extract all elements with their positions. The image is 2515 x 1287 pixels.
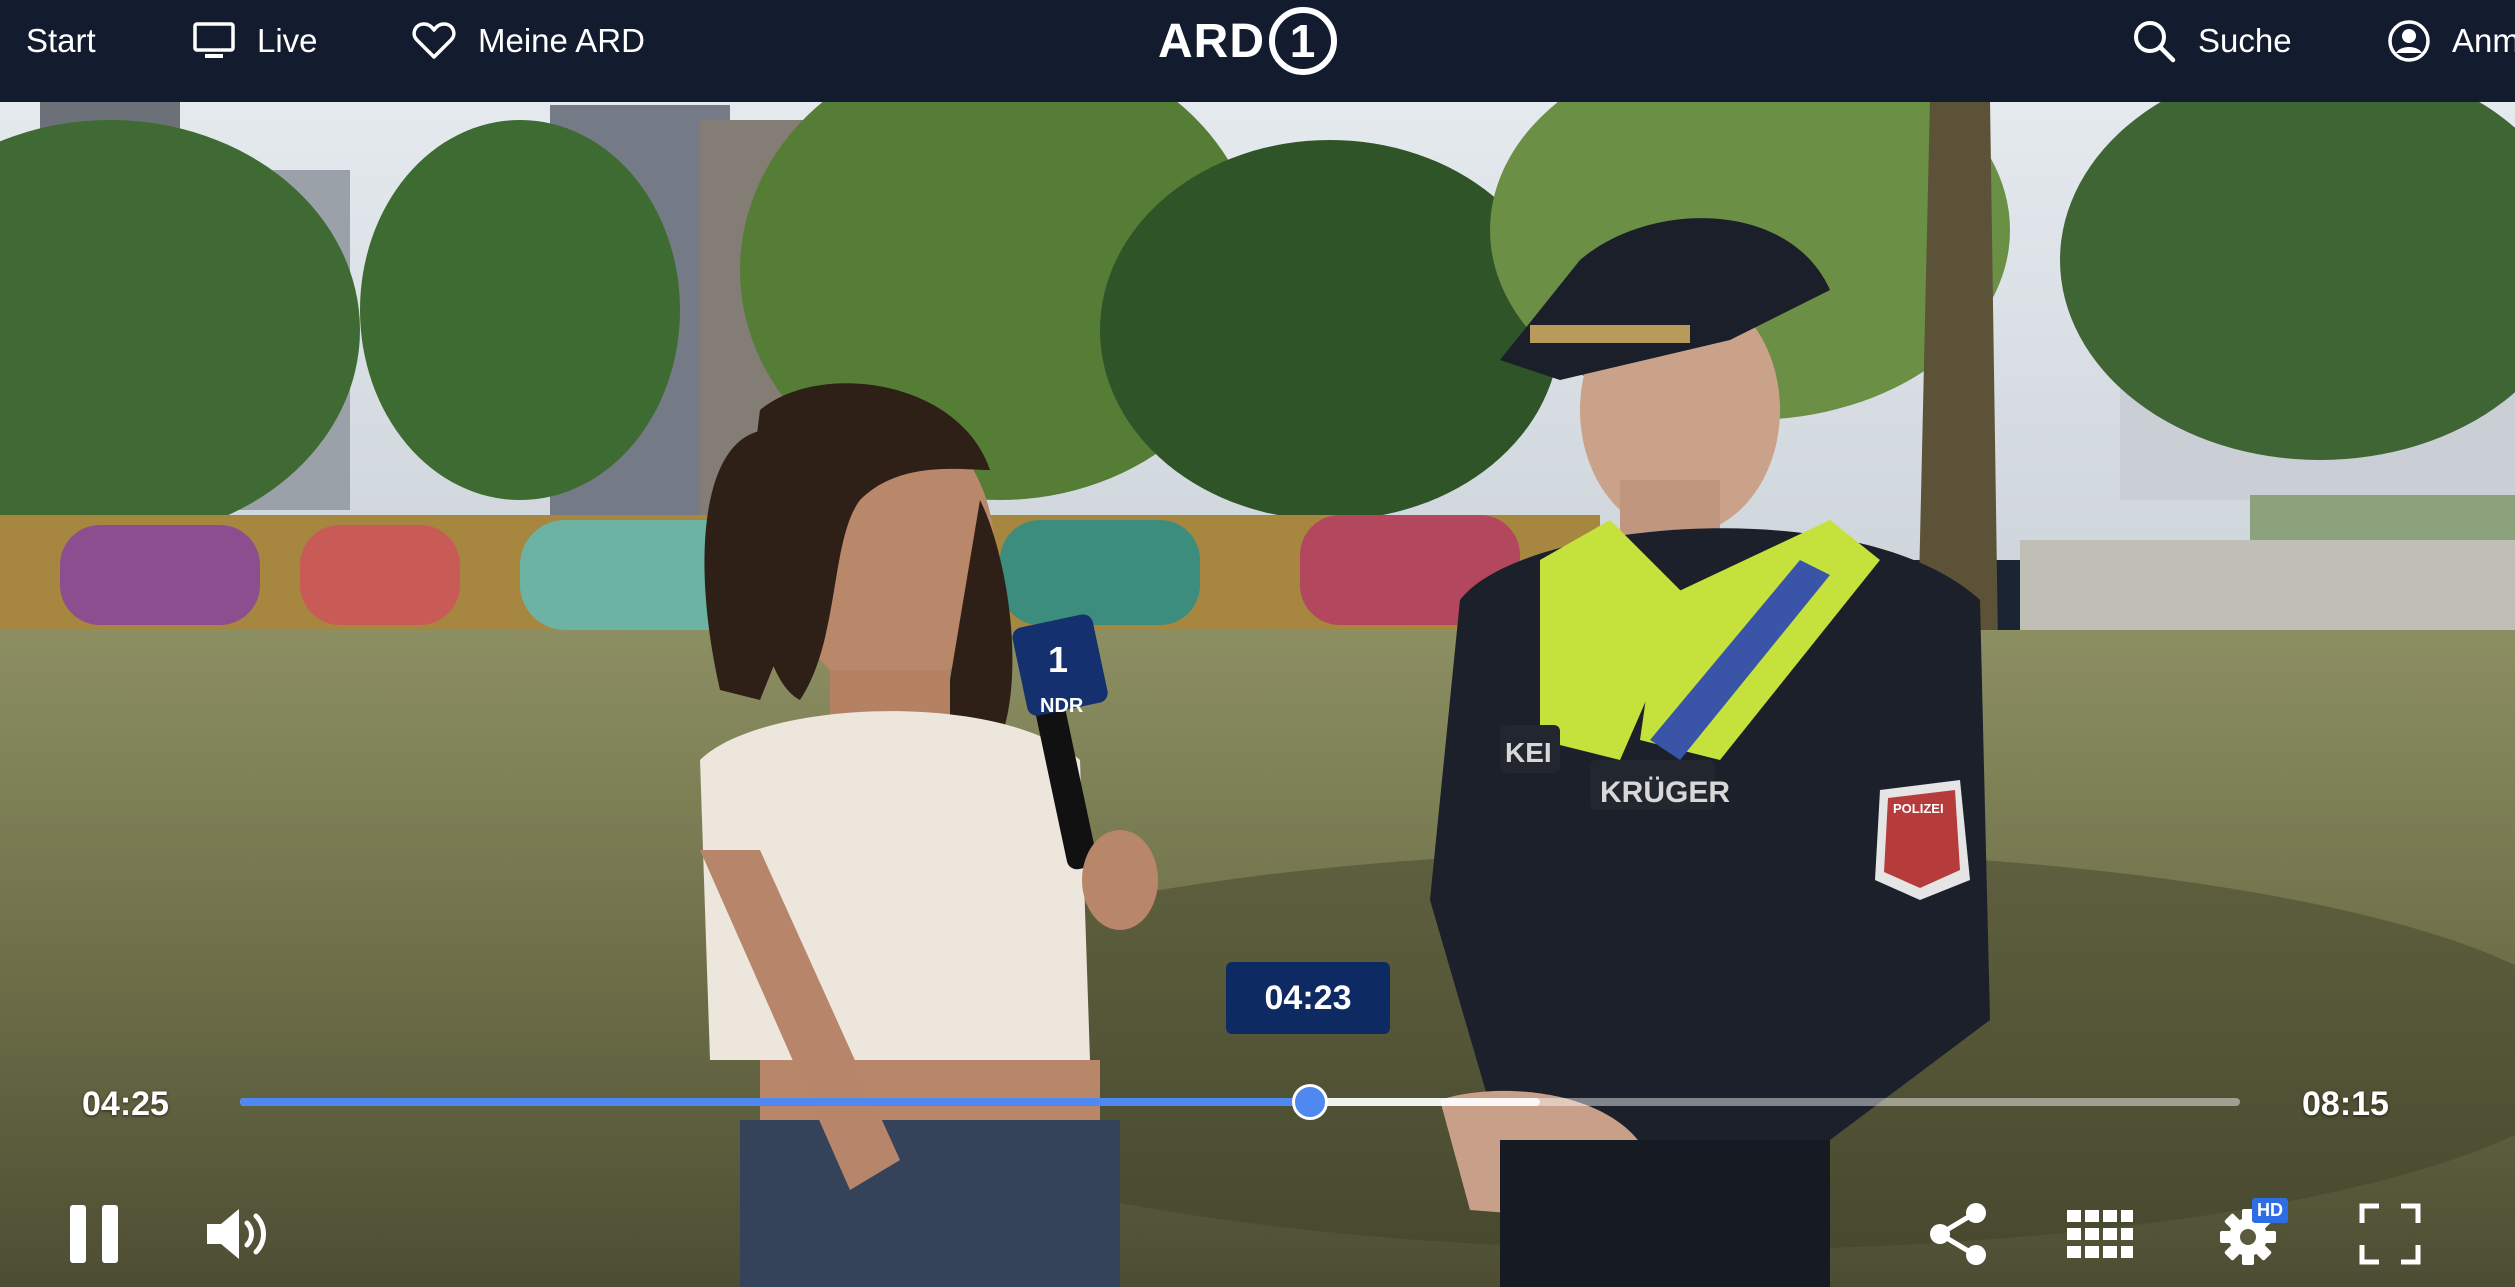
nav-start[interactable]: Start [26, 0, 96, 82]
pause-button[interactable] [52, 1192, 136, 1276]
volume-icon [207, 1209, 266, 1259]
ard-logo-text: ARD [1158, 14, 1265, 68]
police-badge-text: POLIZEI [1893, 801, 1944, 816]
hd-badge: HD [2252, 1198, 2288, 1223]
mic-logo-text: 1 [1048, 639, 1068, 680]
ard-logo-mark: 1 [1269, 7, 1337, 75]
nav-account[interactable]: Anm [2388, 0, 2515, 82]
fullscreen-icon [2359, 1203, 2421, 1265]
pause-icon [70, 1205, 118, 1263]
volume-button[interactable] [196, 1192, 280, 1276]
progress-bar[interactable] [240, 1084, 2240, 1120]
duration-time: 08:15 [2302, 1085, 2389, 1123]
seek-hover-time: 04:23 [1226, 962, 1390, 1034]
nav-search[interactable]: Suche [2132, 0, 2292, 82]
user-icon [2388, 20, 2430, 62]
nav-meine-ard[interactable]: Meine ARD [412, 0, 645, 82]
progress-handle[interactable] [1292, 1084, 1328, 1120]
fullscreen-button[interactable] [2348, 1192, 2432, 1276]
nav-meine-ard-label: Meine ARD [478, 22, 645, 59]
tv-icon [193, 22, 235, 58]
played-bar [240, 1098, 1310, 1106]
current-time: 04:25 [82, 1085, 169, 1123]
grid-icon [2067, 1210, 2133, 1258]
nav-search-label: Suche [2198, 22, 2292, 59]
video-frame[interactable]: 1 NDR KRÜGER KEI POLIZEI [0, 0, 2515, 1287]
nav-live-label: Live [257, 22, 318, 59]
chapters-button[interactable] [2058, 1192, 2142, 1276]
video-scene: 1 NDR KRÜGER KEI POLIZEI [0, 0, 2515, 1287]
vest-text: KEI [1505, 737, 1552, 768]
nav-live[interactable]: Live [193, 0, 318, 82]
search-icon [2134, 21, 2176, 63]
settings-button[interactable]: HD [2206, 1192, 2290, 1276]
top-navigation: Start Live Meine ARD ARD 1 Suche Anm [0, 0, 2515, 102]
mic-label-text: NDR [1040, 695, 1084, 717]
heart-icon [412, 22, 456, 59]
ard-logo[interactable]: ARD 1 [1158, 0, 1337, 82]
nav-start-label: Start [26, 22, 96, 59]
nav-account-label: Anm [2452, 22, 2515, 59]
share-button[interactable] [1916, 1192, 2000, 1276]
name-tag-text: KRÜGER [1600, 776, 1730, 809]
share-icon [1930, 1203, 1986, 1265]
